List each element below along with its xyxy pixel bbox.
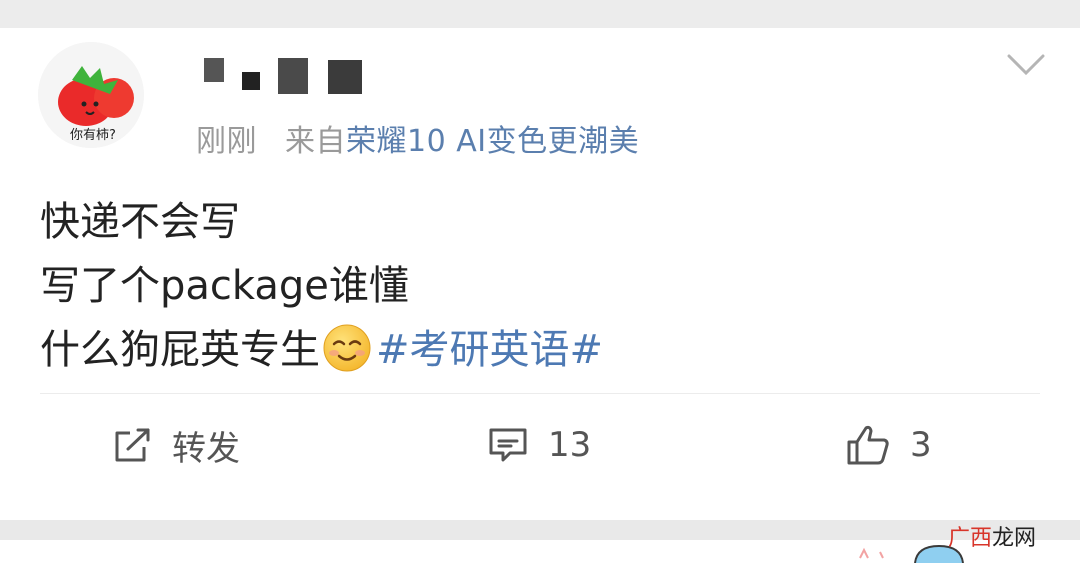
avatar[interactable]: 你有柿?	[38, 42, 144, 148]
repost-label: 转发	[172, 428, 240, 469]
post-content: 快递不会写 写了个package谁懂 什么狗屁英专生 #考研英语#	[40, 190, 603, 382]
decorative-sparkle-icon	[859, 547, 884, 559]
watermark: 广西龙网	[948, 520, 1036, 552]
post-source-device[interactable]: 荣耀10 AI变色更潮美	[346, 124, 639, 159]
bottom-separator	[0, 520, 1080, 540]
tomato-avatar-icon: 你有柿?	[38, 42, 144, 148]
watermark-part-b: 龙网	[992, 526, 1037, 551]
comment-count: 13	[548, 425, 592, 465]
smile-emoji-icon	[323, 324, 371, 372]
post-meta: 刚刚 来自荣耀10 AI变色更潮美	[196, 116, 639, 160]
repost-button[interactable]: 转发	[112, 420, 240, 470]
chevron-down-icon[interactable]	[1006, 52, 1046, 78]
like-button[interactable]: 3	[846, 420, 932, 470]
like-icon	[847, 425, 889, 465]
post-time: 刚刚	[196, 124, 257, 159]
top-separator	[0, 0, 1080, 28]
comment-button[interactable]: 13	[488, 420, 591, 470]
repost-icon	[115, 428, 150, 462]
hashtag-link[interactable]: #考研英语#	[376, 327, 603, 373]
content-line-3-text: 什么狗屁英专生	[40, 327, 320, 373]
content-line-2: 写了个package谁懂	[40, 263, 409, 309]
actions-divider	[40, 393, 1040, 394]
username-redacted[interactable]	[200, 54, 370, 94]
avatar-caption: 你有柿?	[70, 127, 116, 143]
watermark-part-a: 广西	[948, 526, 993, 551]
comment-icon	[489, 428, 527, 462]
content-line-1: 快递不会写	[40, 199, 240, 245]
post-source-prefix: 来自	[285, 124, 347, 159]
like-count: 3	[910, 425, 932, 465]
content-line-3: 什么狗屁英专生 #考研英语#	[40, 318, 603, 382]
